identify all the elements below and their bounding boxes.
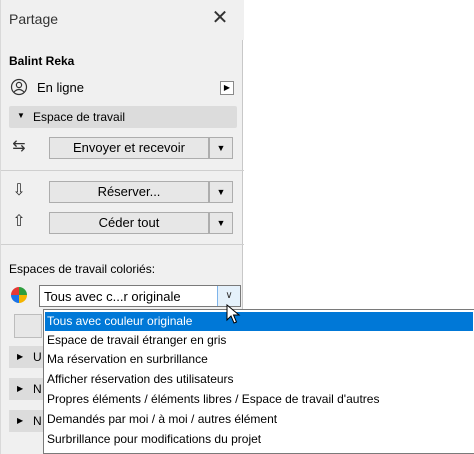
expand-triangle-icon: ▶	[17, 352, 24, 361]
collapsed-section-label: N	[33, 414, 42, 428]
collapsed-section-2[interactable]: ▶ N	[9, 378, 45, 400]
send-receive-button[interactable]: Envoyer et recevoir	[49, 137, 209, 159]
dropdown-option-selected[interactable]: Tous avec couleur originale	[45, 312, 473, 331]
status-expand-button[interactable]: ▶	[220, 81, 234, 95]
dropdown-option[interactable]: Surbrillance pour modifications du proje…	[45, 430, 473, 449]
dropdown-option[interactable]: Afficher réservation des utilisateurs	[45, 370, 473, 389]
send-receive-dropdown-button[interactable]: ▼	[209, 137, 233, 159]
dropdown-option[interactable]: Demandés par moi / à moi / autres élémen…	[45, 410, 473, 429]
expand-triangle-icon: ▶	[17, 384, 24, 393]
collapsed-section-1[interactable]: ▶ U	[9, 346, 45, 368]
send-receive-icon: ⇆	[12, 138, 26, 155]
release-all-dropdown-button[interactable]: ▼	[209, 212, 233, 234]
collapse-triangle-icon: ▼	[17, 111, 25, 120]
colored-workspaces-label: Espaces de travail coloriés:	[9, 262, 156, 276]
user-status-icon	[8, 78, 30, 98]
release-arrow-up-icon: ⇧	[12, 213, 26, 230]
collapsed-section-label: U	[33, 350, 42, 364]
partially-hidden-button[interactable]	[14, 314, 42, 338]
select-value: Tous avec c...r originale	[44, 289, 181, 304]
divider	[1, 244, 244, 245]
collapsed-section-3[interactable]: ▶ N	[9, 410, 45, 432]
workspace-color-dropdown-list: Tous avec couleur originale Espace de tr…	[43, 309, 474, 454]
mouse-cursor-icon	[226, 304, 241, 324]
dropdown-option[interactable]: Ma réservation en surbrillance	[45, 350, 473, 369]
panel-title: Partage	[9, 11, 59, 27]
colored-workspaces-select[interactable]: Tous avec c...r originale ∨	[39, 285, 241, 307]
release-all-button[interactable]: Céder tout	[49, 212, 209, 234]
status-label: En ligne	[37, 80, 84, 95]
user-name: Balint Reka	[9, 54, 75, 68]
close-icon[interactable]: ✕	[209, 8, 231, 30]
panel-titlebar: Partage ✕	[1, 0, 244, 40]
chevron-down-icon[interactable]: ∨	[217, 286, 240, 306]
divider	[1, 170, 244, 171]
expand-triangle-icon: ▶	[17, 416, 24, 425]
dropdown-option[interactable]: Espace de travail étranger en gris	[45, 331, 473, 350]
color-palette-icon	[11, 287, 27, 303]
section-label: Espace de travail	[33, 110, 126, 124]
collapsed-section-label: N	[33, 382, 42, 396]
reserve-arrow-down-icon: ⇩	[12, 182, 26, 199]
reserve-button[interactable]: Réserver...	[49, 181, 209, 203]
workspace-section-header[interactable]: ▼ Espace de travail	[9, 106, 237, 128]
reserve-dropdown-button[interactable]: ▼	[209, 181, 233, 203]
dropdown-option[interactable]: Propres éléments / éléments libres / Esp…	[45, 390, 473, 409]
